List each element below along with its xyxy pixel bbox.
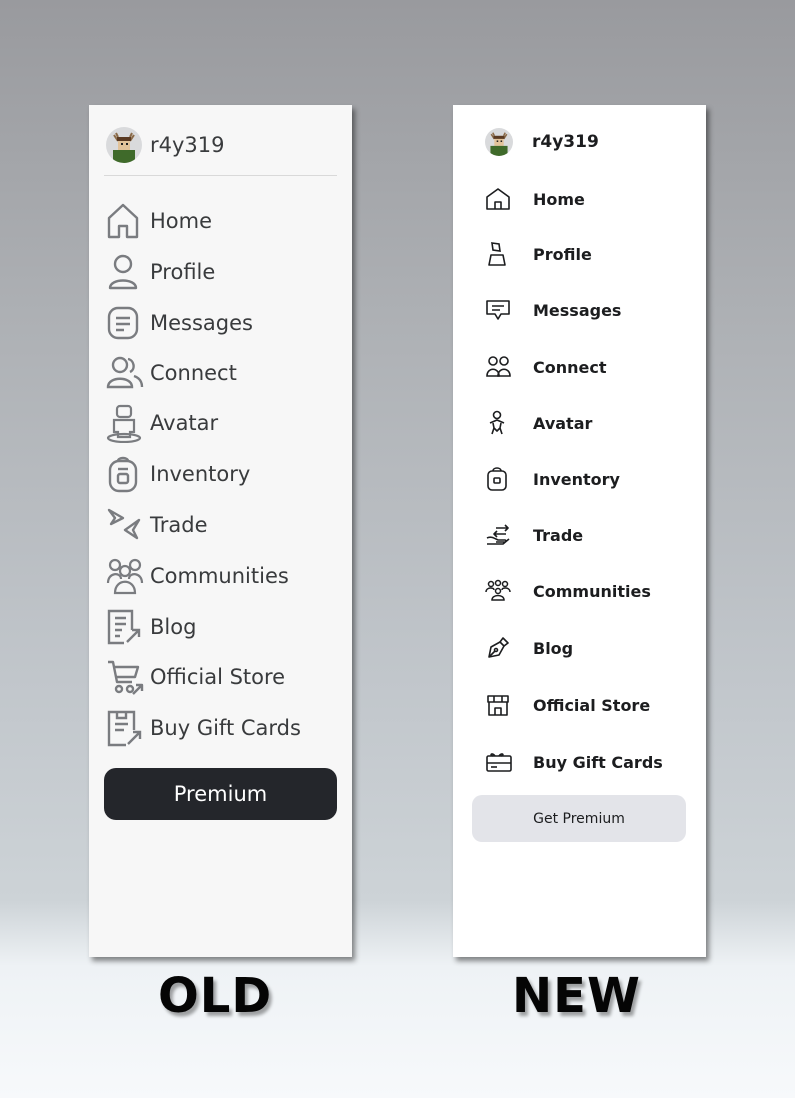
store-icon: [485, 690, 515, 720]
nav-label: Profile: [533, 244, 592, 264]
nav-item-trade[interactable]: Trade: [106, 503, 208, 547]
nav-label: Trade: [533, 525, 584, 545]
username: r4y319: [532, 132, 599, 152]
nav-label: Blog: [150, 615, 197, 639]
trade-icon: [106, 505, 144, 545]
nav-item-buy-gift-cards[interactable]: Buy Gift Cards: [106, 706, 301, 750]
nav-item-home[interactable]: Home: [485, 181, 585, 217]
nav-item-communities[interactable]: Communities: [106, 554, 289, 598]
nav-label: Blog: [533, 638, 574, 658]
nav-item-official-store[interactable]: Official Store: [106, 655, 285, 699]
nav-label: Buy Gift Cards: [150, 716, 301, 740]
nav-item-messages[interactable]: Messages: [485, 292, 621, 328]
nav-item-profile[interactable]: Profile: [106, 250, 215, 294]
avatar: [106, 127, 142, 163]
nav-item-avatar[interactable]: Avatar: [485, 405, 592, 441]
nav-label: Home: [533, 189, 585, 209]
communities-icon: [485, 576, 515, 606]
nav-label: Buy Gift Cards: [533, 752, 663, 772]
premium-button[interactable]: Premium: [104, 768, 337, 820]
nav-item-trade[interactable]: Trade: [485, 517, 583, 553]
avatar-icon: [106, 403, 144, 443]
nav-item-blog[interactable]: Blog: [485, 630, 573, 666]
nav-label: Connect: [150, 361, 237, 385]
nav-item-connect[interactable]: Connect: [106, 351, 237, 395]
nav-item-inventory[interactable]: Inventory: [485, 461, 620, 497]
nav-item-connect[interactable]: Connect: [485, 349, 607, 385]
nav-item-official-store[interactable]: Official Store: [485, 687, 650, 723]
profile-icon: [485, 239, 515, 269]
connect-icon: [485, 352, 515, 382]
profile-icon: [106, 252, 144, 292]
nav-item-blog[interactable]: Blog: [106, 605, 196, 649]
nav-label: Inventory: [150, 462, 251, 486]
user-profile-link[interactable]: r4y319: [106, 127, 225, 163]
communities-icon: [106, 556, 144, 596]
gift-card-icon: [485, 747, 515, 777]
nav-label: Messages: [533, 300, 622, 320]
new-caption: NEW: [512, 968, 641, 1024]
avatar: [485, 128, 513, 156]
connect-icon: [106, 353, 144, 393]
nav-item-messages[interactable]: Messages: [106, 301, 253, 345]
messages-icon: [485, 295, 515, 325]
nav-label: Communities: [150, 564, 289, 588]
username: r4y319: [150, 133, 225, 157]
nav-label: Home: [150, 209, 213, 233]
get-premium-button[interactable]: Get Premium: [472, 795, 686, 842]
home-icon: [485, 184, 515, 214]
nav-label: Avatar: [533, 413, 593, 433]
new-sidebar: r4y319 Home Profile Messages Connect Ava…: [453, 105, 706, 957]
home-icon: [106, 201, 144, 241]
blog-icon: [485, 633, 515, 663]
messages-icon: [106, 303, 144, 343]
nav-item-home[interactable]: Home: [106, 199, 212, 243]
old-caption: OLD: [158, 968, 273, 1024]
gift-card-icon: [106, 708, 144, 748]
nav-label: Connect: [533, 357, 607, 377]
divider: [104, 175, 337, 176]
nav-label: Communities: [533, 581, 651, 601]
nav-label: Official Store: [150, 665, 286, 689]
user-profile-link[interactable]: r4y319: [485, 128, 599, 156]
nav-label: Inventory: [533, 469, 620, 489]
avatar-icon: [485, 408, 515, 438]
inventory-icon: [106, 454, 144, 494]
nav-label: Messages: [150, 311, 253, 335]
nav-item-inventory[interactable]: Inventory: [106, 452, 250, 496]
nav-label: Trade: [150, 513, 208, 537]
old-sidebar: r4y319 Home Profile Messages Connect Ava…: [89, 105, 352, 957]
nav-label: Avatar: [150, 411, 219, 435]
nav-item-avatar[interactable]: Avatar: [106, 401, 218, 445]
blog-icon: [106, 607, 144, 647]
inventory-icon: [485, 464, 515, 494]
nav-label: Profile: [150, 260, 216, 284]
nav-item-profile[interactable]: Profile: [485, 236, 592, 272]
nav-item-buy-gift-cards[interactable]: Buy Gift Cards: [485, 744, 663, 780]
nav-item-communities[interactable]: Communities: [485, 573, 651, 609]
trade-icon: [485, 520, 515, 550]
nav-label: Official Store: [533, 695, 651, 715]
store-icon: [106, 657, 144, 697]
